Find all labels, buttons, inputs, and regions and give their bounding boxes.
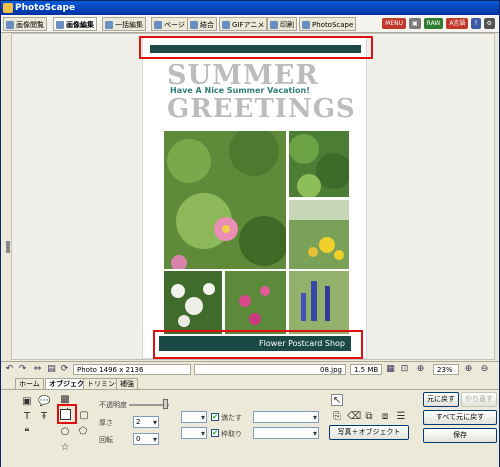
settings-icon[interactable]: ⚙	[483, 18, 495, 29]
photo-green-foliage	[289, 131, 349, 197]
combine-icon	[190, 21, 198, 29]
copy-object-icon[interactable]: ⎘	[331, 411, 343, 423]
postcard-title-greetings: GREETINGS	[167, 94, 356, 124]
title-bar: PhotoScape	[1, 1, 499, 15]
circle-tool-icon[interactable]: ○	[59, 426, 71, 438]
refresh-icon[interactable]: ⟳	[59, 364, 70, 375]
send-back-icon[interactable]: ⧈	[379, 411, 391, 423]
rounded-rect-tool-icon[interactable]: ▢	[78, 410, 90, 422]
zoom-actual-icon[interactable]: ⊕	[415, 364, 426, 375]
layer-list-icon[interactable]: ☰	[395, 411, 407, 423]
text-box-tool-icon[interactable]: Ŧ	[38, 411, 50, 423]
photo-white-flowers	[164, 271, 222, 334]
checker-icon[interactable]: ▦	[385, 364, 396, 375]
fill-checkbox[interactable]: ✔	[211, 413, 219, 421]
help-icon[interactable]: ?	[471, 18, 481, 29]
photo-pink-roses	[225, 271, 286, 334]
batch-icon	[105, 21, 113, 29]
undo-button[interactable]: 元に戻す	[423, 392, 459, 407]
star-tool-icon[interactable]: ☆	[59, 442, 71, 454]
opacity-slider-thumb[interactable]	[163, 399, 168, 409]
zoom-level: 23%	[433, 364, 459, 375]
photoscape-window: PhotoScape 画像閲覧 画像編集 一括編集 ページ 結合 GIFアニメ …	[0, 0, 500, 467]
photoscape-icon	[302, 21, 310, 29]
bring-front-icon[interactable]: ⧉	[363, 411, 375, 423]
postcard-image: SUMMER Have A Nice Summer Vacation! GREE…	[142, 37, 367, 359]
rotate-right-icon[interactable]: ↷	[17, 364, 28, 375]
file-name: 08.jpg	[194, 364, 346, 375]
tab-page[interactable]: ページ	[151, 17, 188, 31]
delete-object-icon[interactable]: ⌫	[347, 411, 361, 423]
tab-batch[interactable]: 一括編集	[102, 17, 146, 31]
photo-yellow-roses	[289, 200, 349, 269]
thickness-stepper[interactable]: 2	[133, 416, 159, 428]
undo-all-button[interactable]: すべて元に戻す	[423, 410, 497, 425]
quote-tool-icon[interactable]: ❝	[21, 427, 33, 439]
print-icon	[270, 21, 278, 29]
thickness-label: 厚さ	[99, 419, 113, 427]
app-icon	[3, 3, 13, 13]
top-right-icons: MENU ▣ RAW A言語 ? ⚙	[382, 18, 495, 29]
photo-blue-flowers	[289, 271, 349, 334]
tab-home[interactable]: ホーム	[15, 378, 44, 389]
flip-icon[interactable]: ⇔	[32, 364, 43, 375]
zoom-fit-icon[interactable]: ⊡	[399, 364, 410, 375]
rotate-stepper[interactable]: 0	[133, 433, 159, 445]
status-bar: ↶ ↷ ⇔ ▤ ⟳ Photo 1496 x 2136 08.jpg 1.5 M…	[1, 361, 499, 376]
fill-color-picker[interactable]	[181, 411, 207, 423]
object-panel: ▣ 💬 ▩ T Ŧ ╱ ❝ ▢ ○ ⬠ ☆ 不透明度 厚さ 2 回転 0 ✔ 満…	[1, 389, 499, 467]
language-icon[interactable]: A言語	[446, 18, 469, 29]
photo-tool-icon[interactable]: ▣	[21, 396, 33, 408]
save-button[interactable]: 保存	[423, 428, 497, 443]
tab-combine[interactable]: 結合	[187, 17, 217, 31]
border-style-dropdown[interactable]	[253, 427, 319, 439]
rotate-label: 回転	[99, 436, 113, 444]
redo-button[interactable]: やり直す	[461, 392, 497, 407]
page-icon	[154, 21, 162, 29]
highlight-top-bar	[139, 36, 373, 59]
tab-gif-animation[interactable]: GIFアニメ	[219, 17, 268, 31]
border-color-picker[interactable]	[181, 427, 207, 439]
opacity-label: 不透明度	[99, 401, 127, 409]
tab-tools[interactable]: 補強	[116, 378, 138, 389]
film-icon[interactable]: ▤	[46, 364, 57, 375]
border-label: 枠取り	[221, 430, 242, 438]
pointer-icon[interactable]: ↖	[331, 394, 343, 406]
border-checkbox[interactable]: ✔	[211, 429, 219, 437]
panel-tabs: ホーム オブジェクト トリミング 補強	[1, 377, 499, 389]
tab-viewer[interactable]: 画像閲覧	[3, 17, 47, 31]
photo-size: Photo 1496 x 2136	[73, 364, 191, 375]
balloon-tool-icon[interactable]: 💬	[38, 396, 50, 408]
zoom-in-icon[interactable]: ⊕	[463, 364, 474, 375]
gif-icon	[222, 21, 230, 29]
window-icon[interactable]: ▣	[409, 18, 421, 29]
tab-editor[interactable]: 画像編集	[53, 17, 97, 31]
pentagon-tool-icon[interactable]: ⬠	[77, 426, 89, 438]
sidebar-toggle-handle[interactable]	[6, 241, 10, 253]
raw-icon[interactable]: RAW	[423, 18, 444, 29]
tab-print[interactable]: 印刷	[267, 17, 297, 31]
photo-pink-rose	[164, 131, 286, 269]
viewer-icon	[6, 21, 14, 29]
highlight-footer-bar	[153, 330, 363, 359]
editor-icon	[56, 21, 64, 29]
zoom-out-icon[interactable]: ⊖	[479, 364, 490, 375]
menu-icon[interactable]: MENU	[382, 18, 406, 29]
app-title: PhotoScape	[15, 3, 76, 13]
photo-object-button[interactable]: 写真＋オブジェクト	[329, 425, 409, 440]
highlight-rectangle-tool	[57, 404, 77, 424]
fill-style-dropdown[interactable]	[253, 411, 319, 423]
text-tool-icon[interactable]: T	[21, 411, 33, 423]
rotate-left-icon[interactable]: ↶	[4, 364, 15, 375]
tab-photoscape[interactable]: PhotoScape	[299, 17, 357, 31]
file-size: 1.5 MB	[350, 364, 382, 375]
fill-label: 満たす	[221, 414, 242, 422]
